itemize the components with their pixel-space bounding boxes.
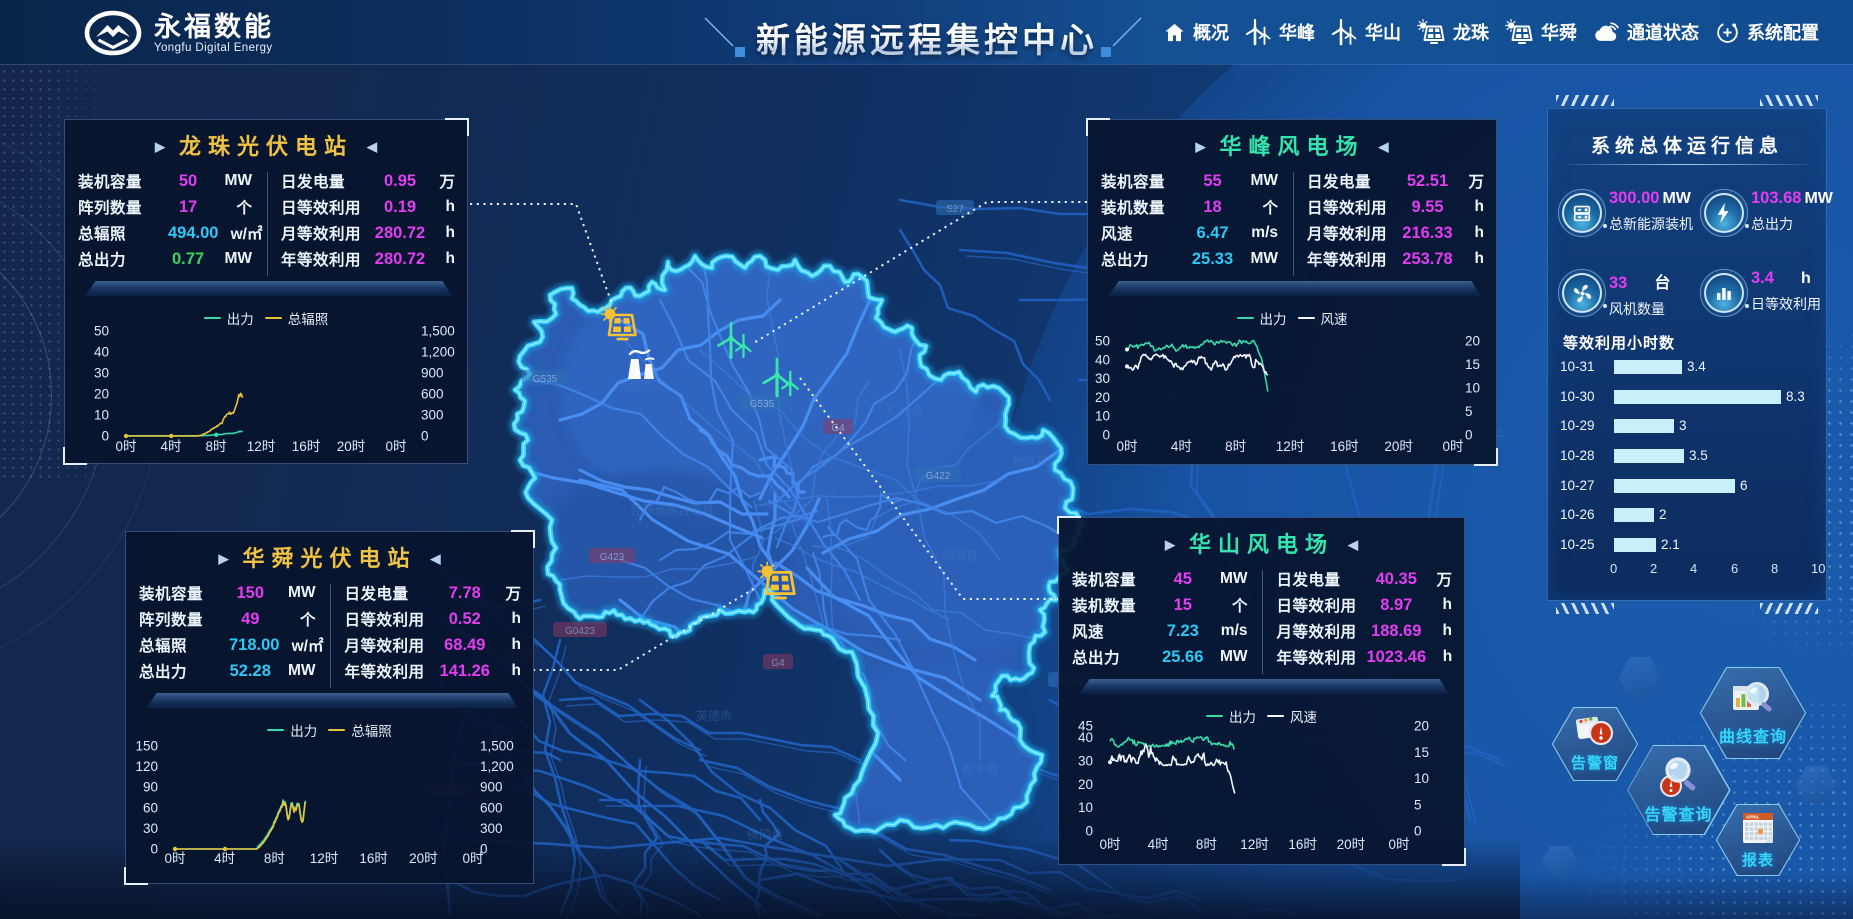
svg-text:20: 20 (94, 387, 109, 402)
svg-text:20: 20 (1465, 334, 1480, 349)
svg-text:16时: 16时 (292, 439, 321, 454)
svg-text:60: 60 (143, 800, 158, 815)
svg-text:8时: 8时 (1225, 439, 1246, 454)
svg-text:0时: 0时 (1116, 439, 1137, 454)
svg-text:900: 900 (421, 366, 444, 381)
svg-text:1,200: 1,200 (421, 345, 455, 360)
svg-text:4时: 4时 (160, 439, 181, 454)
svg-text:20时: 20时 (1337, 837, 1366, 852)
svg-text:1,500: 1,500 (421, 324, 455, 339)
svg-text:4时: 4时 (1148, 837, 1169, 852)
svg-text:50: 50 (94, 324, 109, 339)
svg-text:0时: 0时 (1388, 837, 1409, 852)
svg-text:1,200: 1,200 (480, 759, 514, 774)
svg-text:0: 0 (1102, 428, 1110, 443)
svg-text:120: 120 (135, 759, 158, 774)
svg-text:10: 10 (1095, 409, 1110, 424)
svg-text:0时: 0时 (1442, 439, 1463, 454)
svg-text:0时: 0时 (462, 851, 483, 866)
svg-text:1,500: 1,500 (480, 739, 514, 754)
svg-text:50: 50 (1095, 334, 1110, 349)
svg-text:40: 40 (94, 345, 109, 360)
svg-text:300: 300 (421, 408, 444, 423)
svg-text:0时: 0时 (115, 439, 136, 454)
svg-text:4时: 4时 (1171, 439, 1192, 454)
svg-text:600: 600 (421, 387, 444, 402)
svg-text:0时: 0时 (164, 851, 185, 866)
svg-text:0: 0 (101, 429, 109, 444)
svg-text:20时: 20时 (1384, 439, 1413, 454)
svg-text:8时: 8时 (264, 851, 285, 866)
svg-text:30: 30 (1078, 754, 1093, 769)
svg-text:0: 0 (1085, 824, 1093, 839)
svg-text:30: 30 (94, 366, 109, 381)
svg-text:0时: 0时 (1099, 837, 1120, 852)
svg-text:5: 5 (1465, 404, 1473, 419)
svg-text:5: 5 (1414, 797, 1422, 812)
svg-text:40: 40 (1095, 352, 1110, 367)
svg-text:12时: 12时 (247, 439, 276, 454)
svg-text:300: 300 (480, 821, 503, 836)
svg-text:15: 15 (1414, 745, 1429, 760)
svg-text:12时: 12时 (1240, 837, 1269, 852)
svg-text:12时: 12时 (310, 851, 339, 866)
svg-text:8时: 8时 (205, 439, 226, 454)
svg-text:20: 20 (1078, 777, 1093, 792)
svg-text:600: 600 (480, 800, 503, 815)
svg-text:20: 20 (1414, 719, 1429, 734)
svg-text:10: 10 (1414, 771, 1429, 786)
svg-text:10: 10 (1465, 381, 1480, 396)
svg-text:30: 30 (1095, 371, 1110, 386)
svg-text:40: 40 (1078, 730, 1093, 745)
svg-text:4时: 4时 (214, 851, 235, 866)
svg-text:8时: 8时 (1196, 837, 1217, 852)
svg-text:20时: 20时 (337, 439, 366, 454)
svg-text:16时: 16时 (359, 851, 388, 866)
svg-text:0时: 0时 (385, 439, 406, 454)
svg-text:150: 150 (135, 739, 158, 754)
svg-text:20: 20 (1095, 390, 1110, 405)
svg-text:0: 0 (421, 429, 429, 444)
svg-text:900: 900 (480, 780, 503, 795)
svg-text:30: 30 (143, 821, 158, 836)
svg-text:10: 10 (1078, 800, 1093, 815)
svg-text:16时: 16时 (1330, 439, 1359, 454)
svg-text:0: 0 (1414, 824, 1422, 839)
svg-text:12时: 12时 (1276, 439, 1305, 454)
svg-text:0: 0 (150, 842, 158, 857)
svg-text:APRIL: APRIL (1746, 815, 1760, 820)
svg-text:90: 90 (143, 780, 158, 795)
svg-text:20时: 20时 (409, 851, 438, 866)
svg-text:15: 15 (1465, 357, 1480, 372)
svg-text:10: 10 (94, 408, 109, 423)
svg-text:16时: 16时 (1288, 837, 1317, 852)
svg-text:0: 0 (1465, 428, 1473, 443)
